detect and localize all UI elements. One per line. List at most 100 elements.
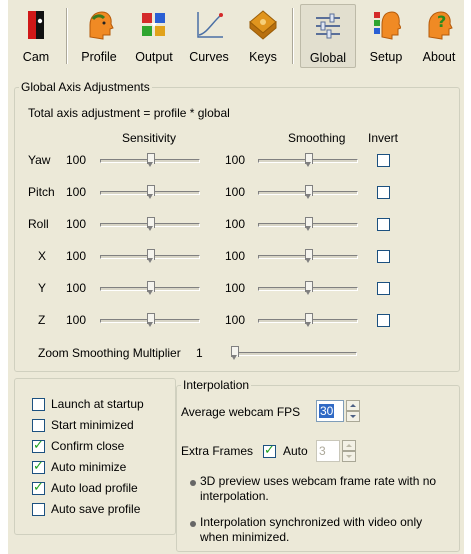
invert-checkbox[interactable] [377, 282, 390, 295]
slider-thumb[interactable] [147, 313, 155, 327]
invert-checkbox[interactable] [377, 154, 390, 167]
invert-checkbox[interactable] [377, 186, 390, 199]
sensitivity-value: 100 [66, 313, 87, 327]
fps-label: Average webcam FPS [181, 405, 301, 419]
fps-spin-down[interactable] [346, 411, 360, 422]
option-label: Start minimized [51, 418, 134, 432]
slider-thumb[interactable] [305, 185, 313, 199]
zoom-smoothing-slider[interactable] [230, 345, 357, 361]
profile-head-icon [89, 11, 114, 40]
note-bullet [190, 480, 196, 486]
auto-checkbox[interactable] [263, 443, 276, 458]
smoothing-header: Smoothing [288, 131, 346, 145]
slider-thumb[interactable] [305, 153, 313, 167]
extra-frames-spin-down[interactable] [342, 451, 356, 462]
formula-text: Total axis adjustment = profile * global [28, 106, 230, 120]
camera-icon [28, 11, 44, 39]
about-question-icon: ? [428, 11, 453, 40]
toolbar-button-curves[interactable]: Curves [182, 4, 236, 68]
slider-track [231, 352, 357, 356]
sensitivity-value: 100 [66, 185, 87, 199]
axis-name: X [38, 249, 47, 263]
extra-frames-spinner-buttons[interactable] [342, 440, 356, 462]
sensitivity-slider[interactable] [100, 152, 200, 168]
toolbar-button-setup[interactable]: Setup [360, 4, 412, 68]
option-label: Auto save profile [51, 502, 141, 516]
toolbar-label-output: Output [135, 50, 173, 64]
toolbar-button-cam[interactable]: Cam [12, 4, 60, 68]
smoothing-slider[interactable] [258, 280, 358, 296]
fps-spin-up[interactable] [346, 400, 360, 411]
slider-thumb[interactable] [305, 313, 313, 327]
zoom-smoothing-label: Zoom Smoothing Multiplier [38, 346, 181, 360]
smoothing-value: 100 [225, 249, 246, 263]
extra-frames-spin-up[interactable] [342, 440, 356, 451]
invert-checkbox[interactable] [377, 314, 390, 327]
option-checkbox[interactable] [32, 438, 45, 453]
setup-head-icon [374, 11, 401, 40]
sensitivity-slider[interactable] [100, 312, 200, 328]
extra-frames-label: Extra Frames [181, 444, 254, 458]
option-checkbox[interactable] [32, 503, 45, 516]
global-sliders-icon [316, 13, 340, 39]
toolbar-button-about[interactable]: ? About [414, 4, 464, 68]
slider-thumb[interactable] [147, 281, 155, 295]
extra-frames-value: 3 [319, 444, 326, 458]
toolbar-label-about: About [422, 50, 456, 64]
toolbar-button-output[interactable]: Output [128, 4, 180, 68]
svg-text:?: ? [437, 12, 446, 31]
slider-thumb[interactable] [147, 153, 155, 167]
option-label: Auto minimize [51, 460, 127, 474]
option-checkbox[interactable] [32, 419, 45, 432]
extra-frames-input[interactable]: 3 [316, 440, 340, 462]
slider-thumb[interactable] [147, 185, 155, 199]
toolbar-label-setup: Setup [369, 50, 403, 64]
toolbar-label-curves: Curves [189, 50, 229, 64]
output-arrows-icon [142, 13, 165, 36]
smoothing-slider[interactable] [258, 152, 358, 168]
sensitivity-value: 100 [66, 249, 87, 263]
option-checkbox[interactable] [32, 480, 45, 495]
slider-thumb[interactable] [305, 249, 313, 263]
smoothing-value: 100 [225, 281, 246, 295]
invert-header: Invert [368, 131, 399, 145]
sensitivity-value: 100 [66, 217, 87, 231]
slider-thumb[interactable] [147, 249, 155, 263]
slider-thumb[interactable] [230, 346, 239, 360]
toolbar-label-keys: Keys [249, 50, 277, 64]
sensitivity-slider[interactable] [100, 184, 200, 200]
option-checkbox[interactable] [32, 398, 45, 411]
sensitivity-slider[interactable] [100, 248, 200, 264]
smoothing-value: 100 [225, 313, 246, 327]
smoothing-value: 100 [225, 153, 246, 167]
slider-thumb[interactable] [305, 217, 313, 231]
interpolation-note-2: Interpolation synchronized with video on… [200, 515, 423, 544]
toolbar-button-keys[interactable]: Keys [240, 4, 286, 68]
fps-spinner-buttons[interactable] [346, 400, 360, 422]
axis-name: Z [38, 313, 46, 327]
smoothing-slider[interactable] [258, 312, 358, 328]
toolbar-button-global[interactable]: Global [300, 4, 356, 68]
invert-checkbox[interactable] [377, 218, 390, 231]
option-label: Launch at startup [51, 397, 144, 411]
smoothing-slider[interactable] [258, 184, 358, 200]
fps-spin-input[interactable]: 30 [316, 400, 344, 422]
sensitivity-slider[interactable] [100, 280, 200, 296]
option-label: Auto load profile [51, 481, 138, 495]
option-checkbox[interactable] [32, 459, 45, 474]
keys-icon [249, 10, 277, 40]
smoothing-slider[interactable] [258, 216, 358, 232]
invert-checkbox[interactable] [377, 250, 390, 263]
axis-name: Yaw [28, 153, 51, 167]
slider-thumb[interactable] [147, 217, 155, 231]
main-toolbar: Cam Profile Output Curves Keys Global Se… [8, 0, 464, 72]
slider-thumb[interactable] [305, 281, 313, 295]
sensitivity-slider[interactable] [100, 216, 200, 232]
global-axis-title: Global Axis Adjustments [21, 80, 150, 94]
smoothing-slider[interactable] [258, 248, 358, 264]
toolbar-separator [292, 8, 294, 64]
toolbar-label-profile: Profile [81, 50, 117, 64]
interpolation-title: Interpolation [183, 378, 250, 392]
toolbar-button-profile[interactable]: Profile [72, 4, 126, 68]
interpolation-note-1: 3D preview uses webcam frame rate with n… [200, 474, 437, 503]
